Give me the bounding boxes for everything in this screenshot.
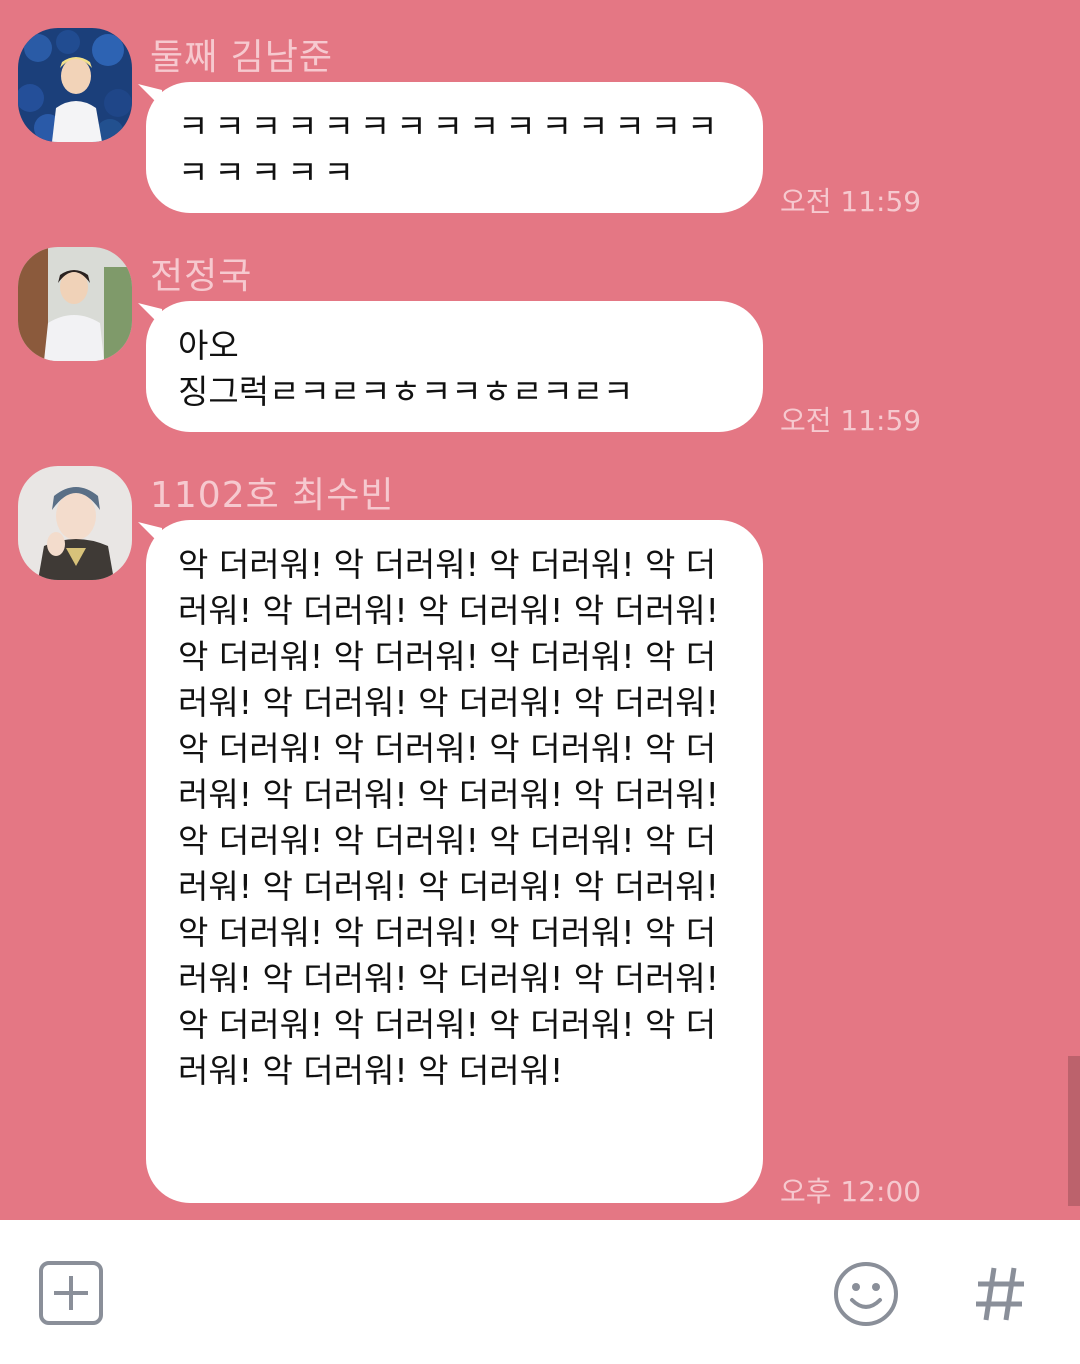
avatar[interactable] [18, 247, 132, 361]
avatar[interactable] [18, 28, 132, 142]
hashtag-icon [976, 1267, 1024, 1321]
message-time: 오전 11:59 [780, 185, 922, 218]
message-time: 오전 11:59 [780, 404, 922, 437]
message-time: 오후 12:00 [780, 1175, 922, 1208]
avatar[interactable] [18, 466, 132, 580]
add-button[interactable] [38, 1260, 104, 1326]
input-toolbar [0, 1220, 1080, 1364]
sender-name: 1102호 최수빈 [150, 475, 395, 516]
message-bubble[interactable]: 악 더러워! 악 더러워! 악 더러워! 악 더러워! 악 더러워! 악 더러워… [146, 520, 763, 1203]
chat-area[interactable]: 둘째 김남준 ㅋㅋㅋㅋㅋㅋㅋㅋㅋㅋㅋㅋㅋㅋㅋ ㅋㅋㅋㅋㅋ 오전 11:59 전정… [0, 0, 1080, 1220]
hashtag-button[interactable] [972, 1264, 1028, 1324]
plus-square-icon [39, 1261, 103, 1325]
message-bubble[interactable]: ㅋㅋㅋㅋㅋㅋㅋㅋㅋㅋㅋㅋㅋㅋㅋ ㅋㅋㅋㅋㅋ [146, 82, 763, 213]
scrollbar[interactable] [1068, 1056, 1080, 1206]
emoji-button[interactable] [832, 1260, 900, 1328]
sender-name: 둘째 김남준 [150, 37, 334, 78]
sender-name: 전정국 [150, 256, 253, 297]
smiley-icon [834, 1262, 898, 1326]
message-bubble[interactable]: 아오 징그럭ㄹㅋㄹㅋㅎㅋㅋㅎㄹㅋㄹㅋ [146, 301, 763, 432]
